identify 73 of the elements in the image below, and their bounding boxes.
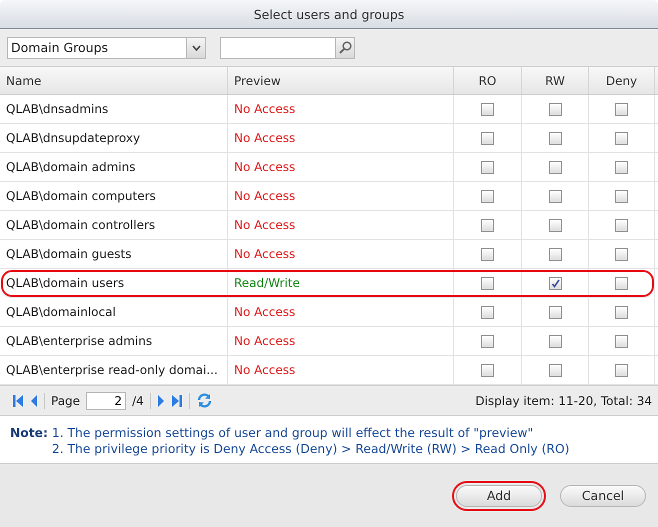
checkbox[interactable] [481,132,494,144]
checkbox[interactable] [481,364,494,376]
checkbox[interactable] [615,306,628,318]
checkbox[interactable] [615,190,628,202]
table-cell: QLAB\dnsupdateproxy [0,124,228,152]
page-label: Page [51,394,80,408]
table-cell: Read/Write [228,269,454,297]
checkbox[interactable] [548,132,562,144]
note-text: 1. The permission settings of user and group will effect the result of "preview" [52,426,534,440]
table-cell: QLAB\domainlocal [0,298,228,326]
note-label: Note: [10,426,48,440]
checkbox[interactable] [548,306,562,318]
checkbox[interactable] [615,334,628,348]
table-cell: QLAB\domain guests [0,240,228,268]
table-cell: QLAB\dnsadmins [0,95,228,123]
search-icon [338,41,352,54]
table-cell: No Access [228,182,454,210]
column-header[interactable]: Name [0,67,228,94]
column-header[interactable]: Deny [589,67,655,94]
last-page-icon[interactable] [170,394,183,408]
checkbox[interactable] [615,364,628,376]
table-cell: No Access [228,124,454,152]
checkbox[interactable] [481,160,494,174]
column-header[interactable]: Preview [228,67,454,94]
checkbox[interactable] [615,218,628,232]
table-cell: No Access [228,298,454,326]
refresh-icon[interactable] [196,392,213,409]
checkbox[interactable] [481,190,494,202]
checkbox[interactable] [548,102,562,116]
table-cell: QLAB\domain computers [0,182,228,210]
column-header[interactable]: RO [454,67,522,94]
checkbox[interactable] [548,276,562,290]
group-dropdown[interactable]: Domain Groups [7,36,206,58]
checkbox[interactable] [481,102,494,116]
previous-page-icon[interactable] [30,394,38,406]
table-cell: No Access [228,327,454,355]
checkbox[interactable] [615,132,628,144]
window-title: Select users and groups [254,6,404,22]
checkbox[interactable] [548,190,562,202]
table-cell: No Access [228,211,454,239]
checkbox[interactable] [481,334,494,348]
search-field[interactable] [220,36,355,58]
checkbox[interactable] [615,160,628,174]
next-page-icon[interactable] [156,394,165,406]
table-cell: QLAB\domain controllers [0,211,228,239]
checkbox[interactable] [548,218,562,232]
table-cell: No Access [228,356,454,384]
checkbox[interactable] [548,364,562,376]
checkbox[interactable] [481,248,494,260]
page-input[interactable]: 2 [86,392,126,410]
table-cell: No Access [228,240,454,268]
cancel-button[interactable]: Cancel [560,484,646,506]
checkbox[interactable] [615,102,628,116]
table-cell: QLAB\enterprise admins [0,327,228,355]
checkbox[interactable] [548,334,562,348]
caret-icon [192,44,200,50]
note-text: 2. The privilege priority is Deny Access (Deny) > Read/Write (RW) > Read Only (RO) [52,442,570,456]
checkbox[interactable] [615,276,628,290]
checkbox[interactable] [481,306,494,318]
checkbox[interactable] [481,218,494,232]
table-cell: No Access [228,95,454,123]
first-page-icon[interactable] [12,394,24,408]
column-header[interactable]: RW [522,67,589,94]
checkbox[interactable] [481,276,494,290]
table-cell: QLAB\domain admins [0,153,228,181]
checkbox[interactable] [548,160,562,174]
table-cell: QLAB\enterprise read-only domai... [0,356,228,384]
checkbox[interactable] [548,248,562,260]
display-info: Display item: 11-20, Total: 34 [475,394,652,408]
table-cell: QLAB\domain users [0,269,228,297]
table-cell: No Access [228,153,454,181]
page-total: /4 [132,394,144,408]
checkbox[interactable] [615,248,628,260]
